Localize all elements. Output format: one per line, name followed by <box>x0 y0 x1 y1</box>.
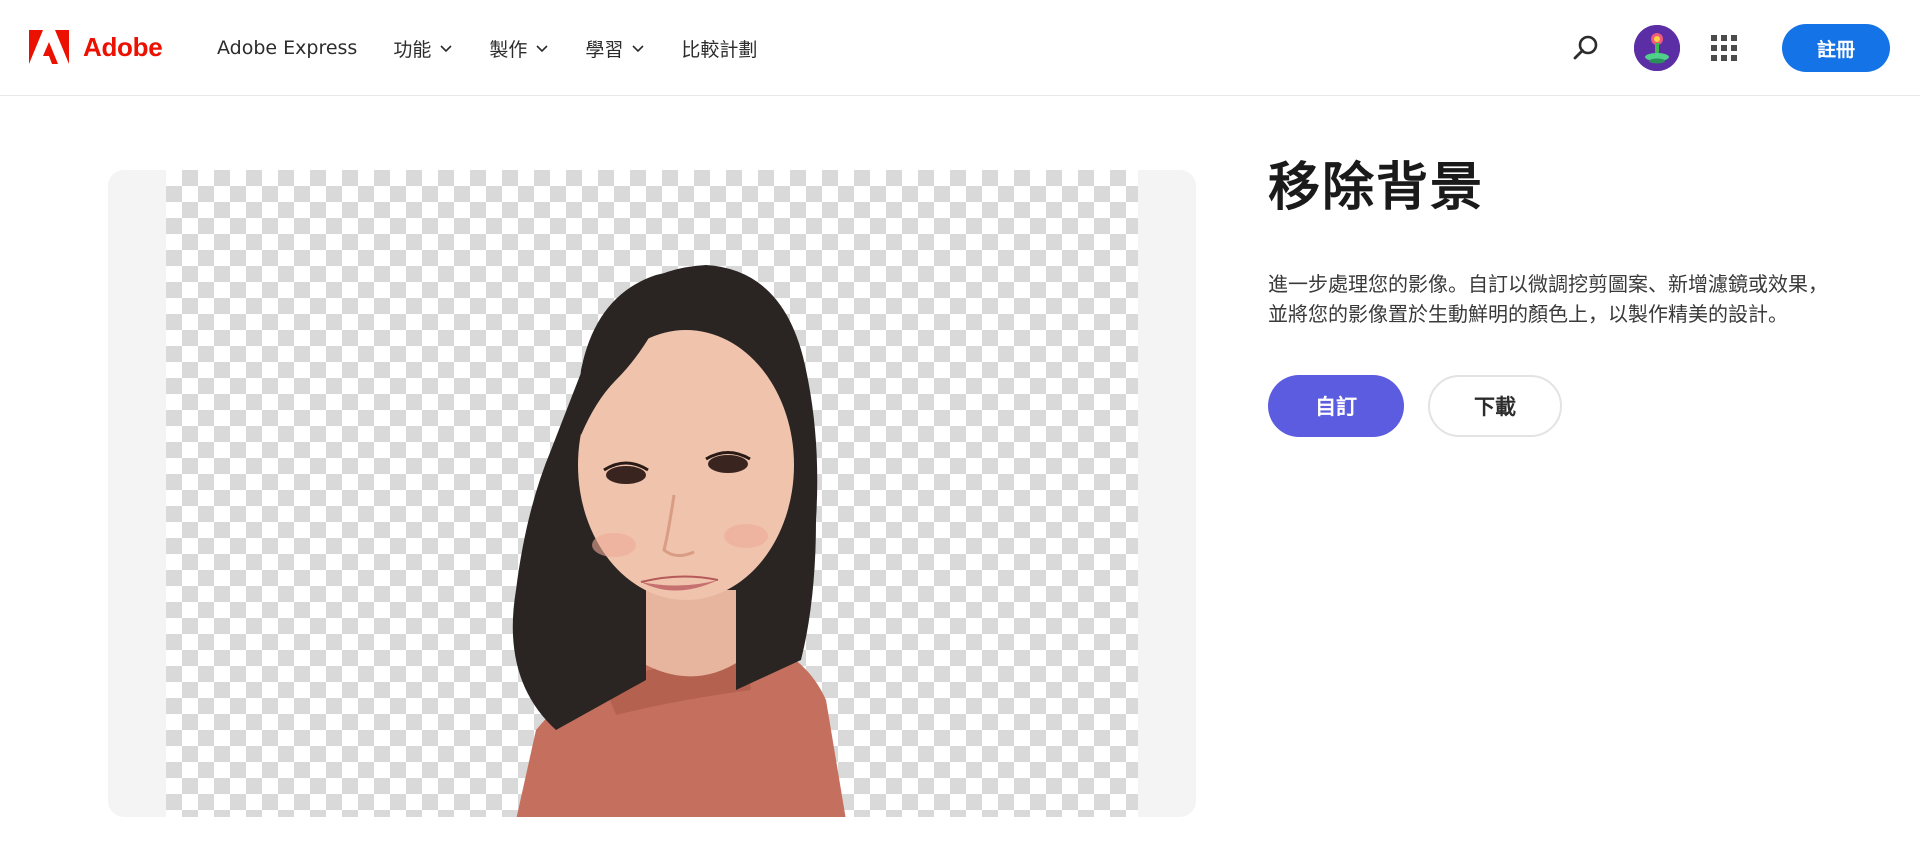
adobe-logo-icon <box>29 30 69 64</box>
main-nav: Adobe Express 功能 製作 學習 比較計劃 <box>217 0 793 96</box>
feature-description: 進一步處理您的影像。自訂以微調挖剪圖案、新增濾鏡或效果，並將您的影像置於生動鮮明… <box>1268 272 1828 326</box>
transparent-background-checkerboard <box>166 170 1138 817</box>
portrait-image <box>512 265 846 817</box>
nav-item-adobe-express[interactable]: Adobe Express <box>217 37 357 59</box>
nav-item-compare-plans[interactable]: 比較計劃 <box>681 35 757 62</box>
action-buttons: 自訂 下載 <box>1268 375 1828 437</box>
avatar-image <box>1634 25 1680 71</box>
search-button[interactable] <box>1568 30 1604 66</box>
adobe-home-link[interactable]: Adobe <box>29 30 163 64</box>
apps-menu-button[interactable] <box>1706 30 1742 66</box>
feature-content: 移除背景 進一步處理您的影像。自訂以微調挖剪圖案、新增濾鏡或效果，並將您的影像置… <box>1268 150 1828 437</box>
nav-item-learn[interactable]: 學習 <box>585 35 645 62</box>
image-preview-panel <box>108 170 1196 817</box>
nav-item-label: 功能 <box>393 38 432 61</box>
nav-item-create[interactable]: 製作 <box>489 35 549 62</box>
nav-item-features[interactable]: 功能 <box>393 35 453 62</box>
chevron-down-icon <box>440 45 452 53</box>
search-icon <box>1573 35 1598 60</box>
chevron-down-icon <box>632 45 644 53</box>
nav-item-label: 比較計劃 <box>681 38 758 61</box>
user-avatar[interactable] <box>1634 25 1680 71</box>
brand-name: Adobe <box>83 31 163 62</box>
top-navigation-bar: Adobe Adobe Express 功能 製作 學習 比較計劃 註冊 <box>0 0 1920 96</box>
download-button[interactable]: 下載 <box>1428 375 1562 437</box>
nav-item-label: 製作 <box>489 38 528 61</box>
signup-button[interactable]: 註冊 <box>1782 24 1890 72</box>
chevron-down-icon <box>536 45 548 53</box>
app-grid-icon <box>1711 35 1737 61</box>
nav-item-label: 學習 <box>585 38 624 61</box>
header-actions: 註冊 <box>1568 0 1890 96</box>
customize-button[interactable]: 自訂 <box>1268 375 1404 437</box>
page-title: 移除背景 <box>1268 158 1485 218</box>
nav-item-label: Adobe Express <box>217 37 358 59</box>
